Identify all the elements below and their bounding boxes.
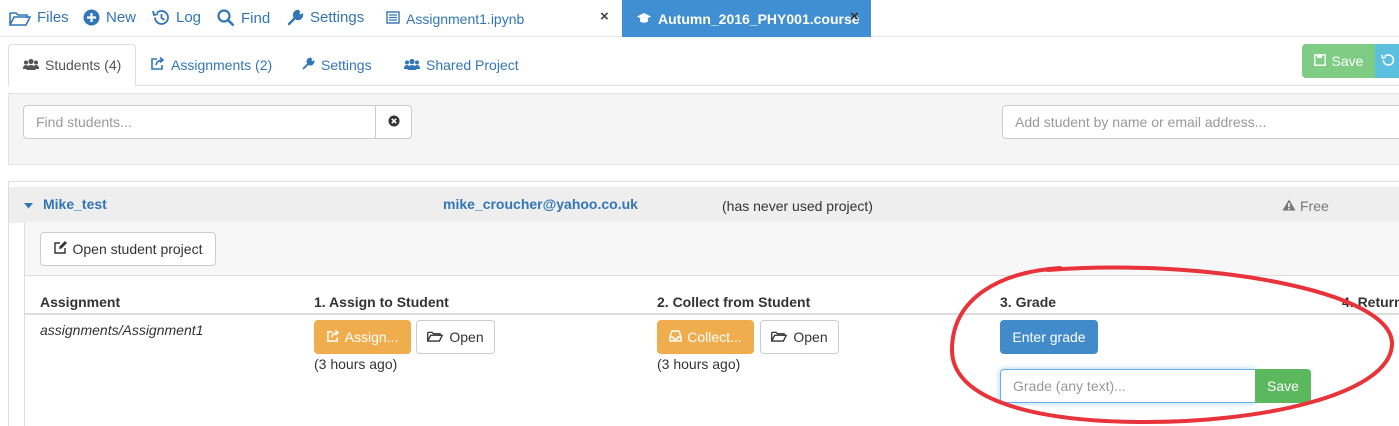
collect-timestamp: (3 hours ago): [657, 356, 741, 372]
folder-open-icon: [771, 329, 788, 345]
share-icon: [326, 329, 340, 345]
save-grade-button[interactable]: Save: [1255, 369, 1311, 403]
close-icon[interactable]: ×: [600, 8, 609, 25]
file-tab-notebook[interactable]: Assignment1.ipynb: [386, 0, 524, 37]
new-button[interactable]: New: [83, 9, 136, 26]
grade-input[interactable]: [1000, 369, 1256, 403]
plan-label: Free: [1300, 198, 1329, 214]
column-header-assign: 1. Assign to Student: [314, 294, 449, 310]
find-button[interactable]: Find: [217, 9, 270, 27]
open-label: Open: [793, 329, 828, 345]
tab-assignments[interactable]: Assignments (2): [137, 44, 286, 86]
student-name[interactable]: Mike_test: [24, 196, 107, 212]
caret-down-icon: [24, 196, 33, 212]
file-tab-label: Autumn_2016_PHY001.course: [658, 10, 860, 27]
student-row-header[interactable]: [9, 187, 1399, 223]
file-tab-course[interactable]: Autumn_2016_PHY001.course ×: [622, 0, 871, 37]
tab-students[interactable]: Students (4): [8, 44, 137, 86]
open-assigned-button[interactable]: Open: [416, 320, 495, 354]
floppy-icon: [1313, 53, 1326, 69]
log-button[interactable]: Log: [152, 9, 201, 26]
add-student-input[interactable]: [1002, 105, 1399, 139]
edit-icon: [53, 241, 67, 257]
history-icon: [1381, 53, 1395, 70]
time-travel-button[interactable]: [1375, 44, 1399, 78]
users-icon: [23, 57, 39, 73]
tab-students-label: Students (4): [45, 57, 122, 73]
save-label: Save: [1331, 53, 1364, 69]
share-icon: [151, 56, 165, 73]
folder-open-icon: [9, 10, 31, 26]
inbox-icon: [669, 329, 682, 345]
file-tab-label: Assignment1.ipynb: [406, 10, 525, 27]
find-students-input[interactable]: [23, 105, 376, 139]
users-icon: [404, 57, 420, 73]
collect-label: Collect...: [687, 329, 742, 345]
close-icon[interactable]: ×: [850, 8, 859, 25]
table-header-divider: [25, 313, 1399, 315]
settings-label: Settings: [310, 9, 365, 26]
open-student-project-button[interactable]: Open student project: [40, 232, 216, 266]
collect-button[interactable]: Collect...: [657, 320, 754, 354]
student-actions-bar: [25, 222, 1399, 276]
warning-icon: [1282, 198, 1296, 214]
enter-grade-button[interactable]: Enter grade: [1000, 320, 1098, 354]
assign-label: Assign...: [344, 329, 399, 345]
student-name-label: Mike_test: [43, 196, 107, 212]
open-project-label: Open student project: [72, 241, 203, 257]
clear-search-button[interactable]: [375, 105, 412, 139]
search-icon: [217, 9, 235, 27]
assignment-path: assignments/Assignment1: [40, 322, 204, 338]
times-circle-icon: [388, 114, 400, 130]
files-button[interactable]: Files: [9, 9, 69, 26]
tab-settings-label: Settings: [321, 57, 372, 73]
settings-button[interactable]: Settings: [287, 9, 364, 26]
column-header-assignment: Assignment: [40, 294, 121, 310]
file-icon: [386, 10, 400, 27]
wrench-icon: [287, 9, 304, 26]
column-header-return: 4. Return: [1342, 294, 1399, 310]
graduation-cap-icon: [636, 11, 652, 27]
tab-shared-label: Shared Project: [426, 57, 519, 73]
save-button[interactable]: Save: [1302, 44, 1375, 78]
new-label: New: [106, 9, 137, 26]
folder-open-icon: [427, 329, 444, 345]
assign-button[interactable]: Assign...: [314, 320, 411, 354]
find-label: Find: [241, 9, 271, 27]
files-label: Files: [37, 9, 69, 26]
column-header-collect: 2. Collect from Student: [657, 294, 811, 310]
open-collected-button[interactable]: Open: [760, 320, 839, 354]
history-icon: [152, 9, 170, 26]
plus-circle-icon: [83, 9, 100, 26]
student-plan: Free: [1282, 198, 1329, 214]
wrench-icon: [302, 57, 315, 73]
assign-timestamp: (3 hours ago): [314, 356, 398, 372]
student-status: (has never used project): [722, 198, 873, 214]
tab-shared-project[interactable]: Shared Project: [390, 44, 533, 86]
student-email[interactable]: mike_croucher@yahoo.co.uk: [443, 196, 638, 212]
open-label: Open: [449, 329, 484, 345]
tab-settings[interactable]: Settings: [288, 44, 386, 86]
column-header-grade: 3. Grade: [1000, 294, 1057, 310]
log-label: Log: [176, 9, 202, 26]
tab-assignments-label: Assignments (2): [171, 57, 273, 73]
